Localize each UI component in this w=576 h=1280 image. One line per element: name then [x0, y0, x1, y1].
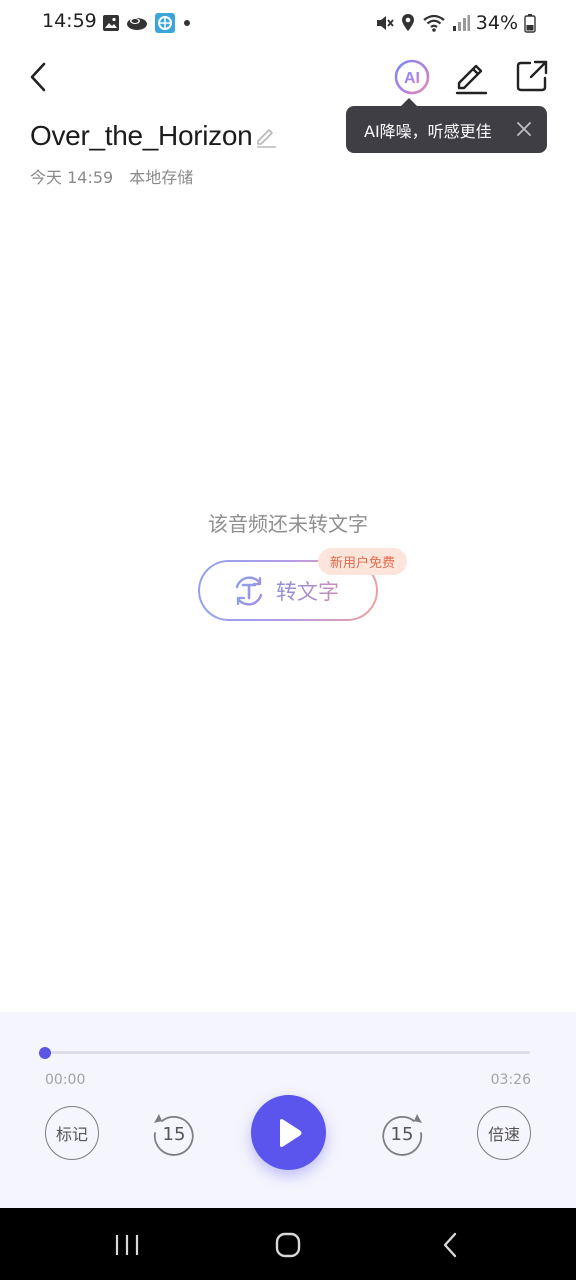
status-time: 14:59	[42, 10, 97, 32]
recording-meta: 今天 14:59 本地存储	[30, 164, 193, 188]
transcribe-label: 转文字	[276, 576, 339, 606]
new-user-free-badge: 新用户免费	[318, 548, 408, 575]
image-icon	[103, 15, 119, 31]
rewind-seconds: 15	[163, 1124, 186, 1145]
edit-icon	[455, 64, 488, 95]
battery-percent: 34%	[475, 12, 518, 34]
back-icon	[30, 62, 46, 92]
back-button[interactable]	[18, 56, 58, 98]
rewind-15-button[interactable]: 15	[150, 1109, 198, 1157]
forward-icon: 15	[382, 1114, 423, 1156]
share-icon	[516, 60, 548, 92]
storage-location: 本地存储	[129, 168, 194, 187]
tooltip-text: AI降噪，听感更佳	[364, 121, 492, 141]
play-button[interactable]	[251, 1095, 326, 1170]
battery-icon	[524, 14, 536, 33]
current-time: 00:00	[45, 1072, 86, 1088]
status-bar: 14:59 34%	[0, 0, 576, 46]
signal-icon	[452, 15, 470, 31]
recents-icon[interactable]	[114, 1234, 140, 1256]
status-right-icons: 34%	[374, 10, 536, 36]
location-icon	[401, 14, 414, 31]
ai-denoise-tooltip: AI降噪，听感更佳	[346, 98, 547, 153]
share-button[interactable]	[513, 57, 551, 95]
ai-denoise-button[interactable]: AI	[392, 57, 432, 97]
wifi-icon	[423, 14, 445, 32]
mute-icon	[376, 16, 394, 30]
edit-button[interactable]	[453, 57, 489, 95]
play-icon	[279, 1118, 301, 1147]
playback-speed-button[interactable]: 倍速	[477, 1106, 531, 1160]
audio-player: 00:00 03:26 标记 15 15 倍速	[0, 1012, 576, 1208]
recording-title: Over_the_Horizon	[30, 120, 253, 151]
forward-seconds: 15	[391, 1124, 414, 1145]
mark-button[interactable]: 标记	[45, 1106, 99, 1160]
rewind-icon: 15	[153, 1114, 194, 1156]
progress-thumb[interactable]	[39, 1047, 51, 1059]
dot-icon	[184, 20, 190, 26]
cloud-icon	[127, 18, 147, 30]
recording-date: 今天 14:59	[30, 168, 114, 187]
system-nav-bar	[0, 1208, 576, 1280]
status-left-icons	[102, 12, 192, 34]
ai-icon-label: AI	[404, 70, 420, 87]
ai-icon: AI	[394, 59, 430, 95]
rename-icon[interactable]	[254, 124, 278, 148]
empty-transcription-text: 该音频还未转文字	[208, 512, 368, 536]
total-time: 03:26	[490, 1072, 531, 1088]
app-icon	[155, 13, 175, 33]
title-row: Over_the_Horizon	[30, 116, 278, 156]
nav-back-icon[interactable]	[440, 1231, 460, 1259]
forward-15-button[interactable]: 15	[378, 1109, 426, 1157]
home-icon[interactable]	[275, 1232, 301, 1258]
progress-track[interactable]	[44, 1051, 530, 1054]
transcribe-icon	[235, 575, 263, 606]
close-icon[interactable]	[515, 120, 533, 138]
